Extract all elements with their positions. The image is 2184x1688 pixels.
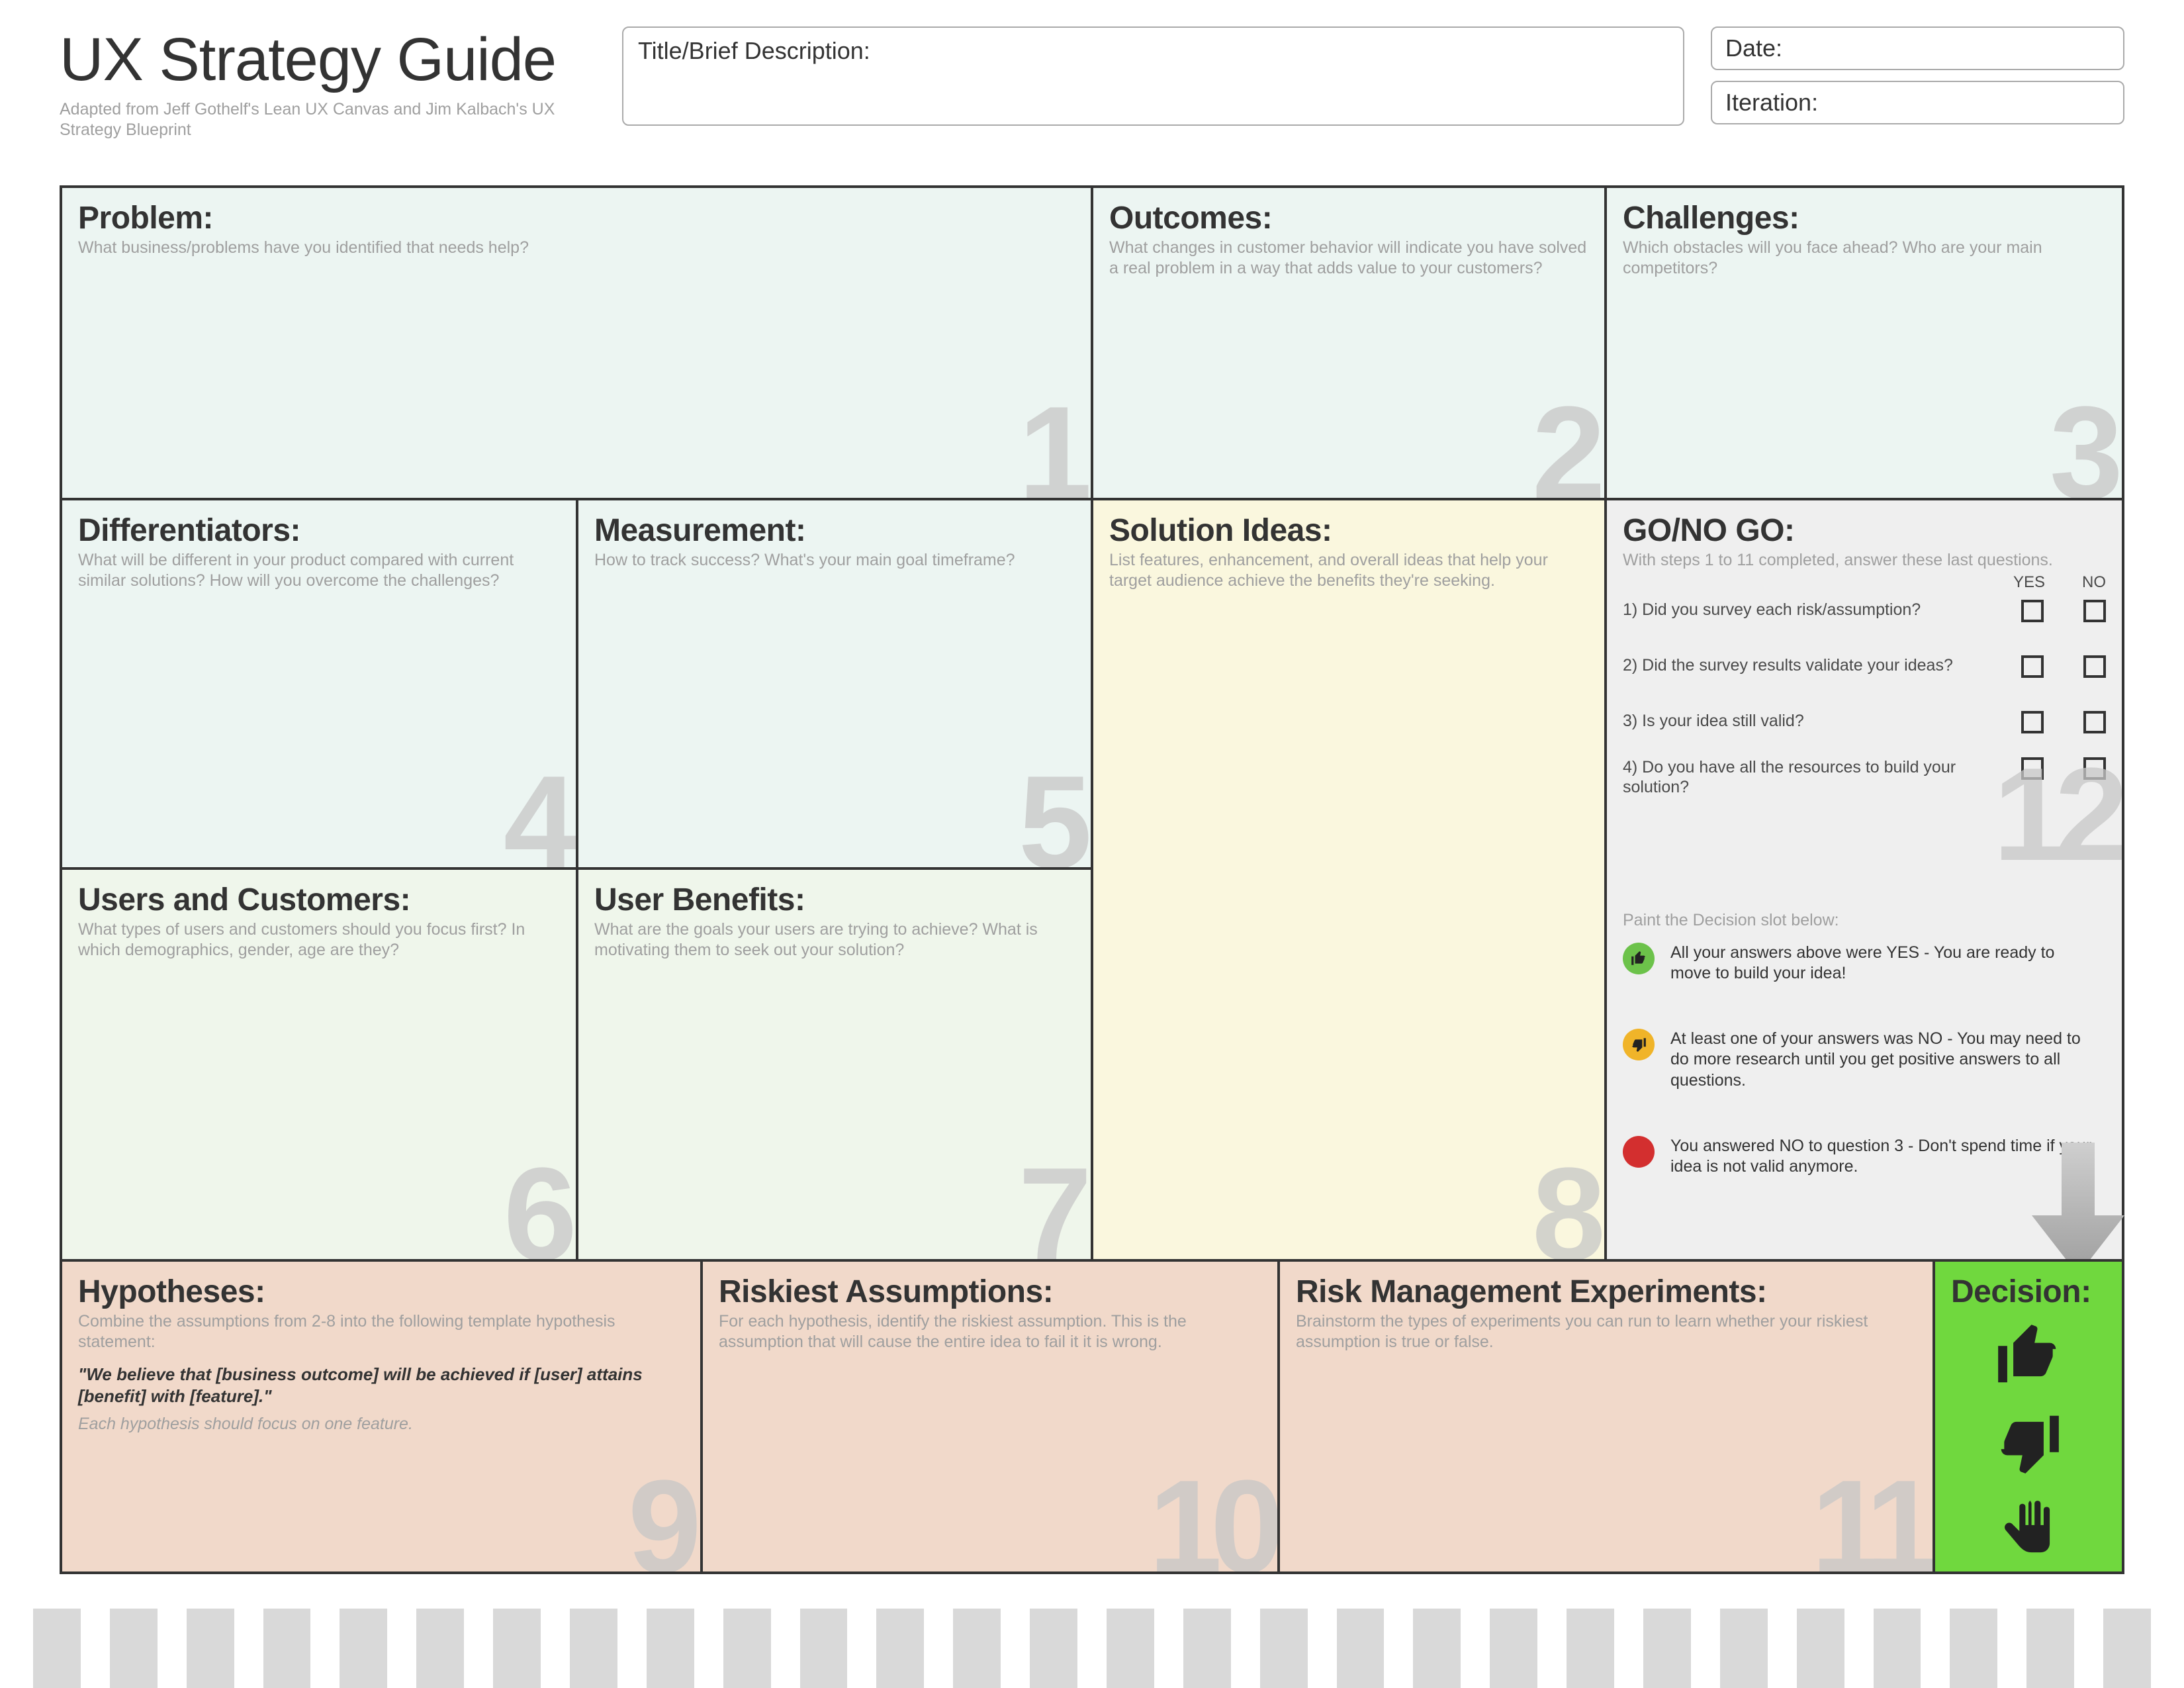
question-text: 2) Did the survey results validate your …	[1623, 655, 1981, 675]
arrow-down-icon	[2032, 1143, 2124, 1275]
checkbox-no[interactable]	[2083, 757, 2106, 780]
cell-hint: Combine the assumptions from 2-8 into th…	[78, 1311, 684, 1353]
cell-riskiest-assumptions[interactable]: Riskiest Assumptions: For each hypothesi…	[700, 1259, 1280, 1574]
checkbox-no[interactable]	[2083, 655, 2106, 678]
cell-number: 7	[1019, 1139, 1085, 1262]
cell-number: 10	[1149, 1451, 1272, 1574]
gonogo-question-1: 1) Did you survey each risk/assumption?	[1623, 600, 2106, 622]
cell-title: Measurement:	[594, 512, 1075, 549]
checkbox-yes[interactable]	[2021, 757, 2044, 780]
cell-number: 5	[1019, 747, 1085, 870]
gonogo-question-4: 4) Do you have all the resources to buil…	[1623, 757, 2106, 797]
cell-hint: What will be different in your product c…	[78, 550, 560, 592]
cell-title: Solution Ideas:	[1109, 512, 1588, 549]
checkbox-yes[interactable]	[2021, 600, 2044, 622]
thumb-down-icon	[1623, 1029, 1655, 1060]
cell-number: 3	[2050, 377, 2116, 500]
stop-icon	[1623, 1136, 1655, 1168]
cell-hint: With steps 1 to 11 completed, answer the…	[1623, 550, 2106, 571]
checkbox-yes[interactable]	[2021, 711, 2044, 733]
cell-users[interactable]: Users and Customers: What types of users…	[60, 867, 578, 1262]
cell-title: Riskiest Assumptions:	[719, 1274, 1261, 1310]
cell-number: 1	[1019, 377, 1085, 500]
thumb-up-icon	[1992, 1319, 2065, 1395]
cell-title: Challenges:	[1623, 200, 2106, 236]
thumb-down-icon	[1992, 1407, 2065, 1483]
checkbox-no[interactable]	[2083, 600, 2106, 622]
cell-hint: Which obstacles will you face ahead? Who…	[1623, 238, 2106, 279]
paint-decision-note: Paint the Decision slot below:	[1623, 911, 1839, 930]
cell-benefits[interactable]: User Benefits: What are the goals your u…	[576, 867, 1093, 1262]
legend-text: At least one of your answers was NO - Yo…	[1670, 1029, 2099, 1091]
legend-yellow: At least one of your answers was NO - Yo…	[1623, 1029, 2099, 1091]
footer-stripes	[0, 1609, 2184, 1688]
cell-number: 8	[1532, 1139, 1599, 1262]
title-brief-input[interactable]: Title/Brief Description:	[622, 26, 1684, 126]
cell-hint: For each hypothesis, identify the riskie…	[719, 1311, 1261, 1353]
header-left: UX Strategy Guide Adapted from Jeff Goth…	[60, 26, 596, 141]
cell-title: GO/NO GO:	[1623, 512, 2106, 549]
cell-title: Risk Management Experiments:	[1296, 1274, 1917, 1310]
cell-differentiators[interactable]: Differentiators: What will be different …	[60, 498, 578, 870]
cell-number: 11	[1811, 1451, 1927, 1574]
cell-title: Hypotheses:	[78, 1274, 684, 1310]
cell-hint: How to track success? What's your main g…	[594, 550, 1075, 571]
cell-outcomes[interactable]: Outcomes: What changes in customer behav…	[1091, 185, 1607, 500]
cell-title: User Benefits:	[594, 882, 1075, 918]
cell-hint: Brainstorm the types of experiments you …	[1296, 1311, 1917, 1353]
question-text: 3) Is your idea still valid?	[1623, 711, 1981, 731]
cell-number: 4	[504, 747, 570, 870]
cell-hint: What business/problems have you identifi…	[78, 238, 1075, 258]
gonogo-question-2: 2) Did the survey results validate your …	[1623, 655, 2106, 678]
cell-title: Users and Customers:	[78, 882, 560, 918]
no-label: NO	[2082, 573, 2106, 592]
header-right: Date: Iteration:	[1711, 26, 2124, 124]
page-title: UX Strategy Guide	[60, 29, 596, 90]
cell-problem[interactable]: Problem: What business/problems have you…	[60, 185, 1093, 500]
iteration-input[interactable]: Iteration:	[1711, 81, 2124, 124]
decision-icons	[1935, 1319, 2122, 1571]
page-subtitle: Adapted from Jeff Gothelf's Lean UX Canv…	[60, 99, 596, 141]
legend-red: You answered NO to question 3 - Don't sp…	[1623, 1136, 2099, 1178]
checkbox-yes[interactable]	[2021, 655, 2044, 678]
date-input[interactable]: Date:	[1711, 26, 2124, 70]
yes-no-header: YES NO	[2013, 573, 2106, 592]
cell-risk-experiments[interactable]: Risk Management Experiments: Brainstorm …	[1277, 1259, 1935, 1574]
cell-hypotheses[interactable]: Hypotheses: Combine the assumptions from…	[60, 1259, 703, 1574]
cell-title: Differentiators:	[78, 512, 560, 549]
hypothesis-note: Each hypothesis should focus on one feat…	[78, 1415, 684, 1434]
cell-number: 9	[628, 1451, 695, 1574]
legend-green: All your answers above were YES - You ar…	[1623, 943, 2099, 984]
yes-label: YES	[2013, 573, 2045, 592]
cell-hint: What are the goals your users are trying…	[594, 919, 1075, 961]
cell-number: 2	[1532, 377, 1599, 500]
cell-title: Outcomes:	[1109, 200, 1588, 236]
legend-text: All your answers above were YES - You ar…	[1670, 943, 2099, 984]
hypothesis-template: "We believe that [business outcome] will…	[78, 1364, 684, 1409]
cell-title: Problem:	[78, 200, 1075, 236]
question-text: 4) Do you have all the resources to buil…	[1623, 757, 1981, 797]
cell-number: 6	[504, 1139, 570, 1262]
cell-hint: What changes in customer behavior will i…	[1109, 238, 1588, 279]
cell-solution-ideas[interactable]: Solution Ideas: List features, enhanceme…	[1091, 498, 1607, 1262]
checkbox-no[interactable]	[2083, 711, 2106, 733]
cell-measurement[interactable]: Measurement: How to track success? What'…	[576, 498, 1093, 870]
canvas: Problem: What business/problems have you…	[60, 185, 2124, 1595]
header: UX Strategy Guide Adapted from Jeff Goth…	[60, 26, 2124, 185]
cell-decision[interactable]: Decision:	[1933, 1259, 2124, 1574]
hand-stop-icon	[1992, 1495, 2065, 1571]
gonogo-question-3: 3) Is your idea still valid?	[1623, 711, 2106, 733]
cell-hint: What types of users and customers should…	[78, 919, 560, 961]
cell-challenges[interactable]: Challenges: Which obstacles will you fac…	[1604, 185, 2124, 500]
question-text: 1) Did you survey each risk/assumption?	[1623, 600, 1981, 620]
cell-hint: List features, enhancement, and overall …	[1109, 550, 1588, 592]
cell-title: Decision:	[1951, 1274, 2106, 1310]
thumb-up-icon	[1623, 943, 1655, 974]
